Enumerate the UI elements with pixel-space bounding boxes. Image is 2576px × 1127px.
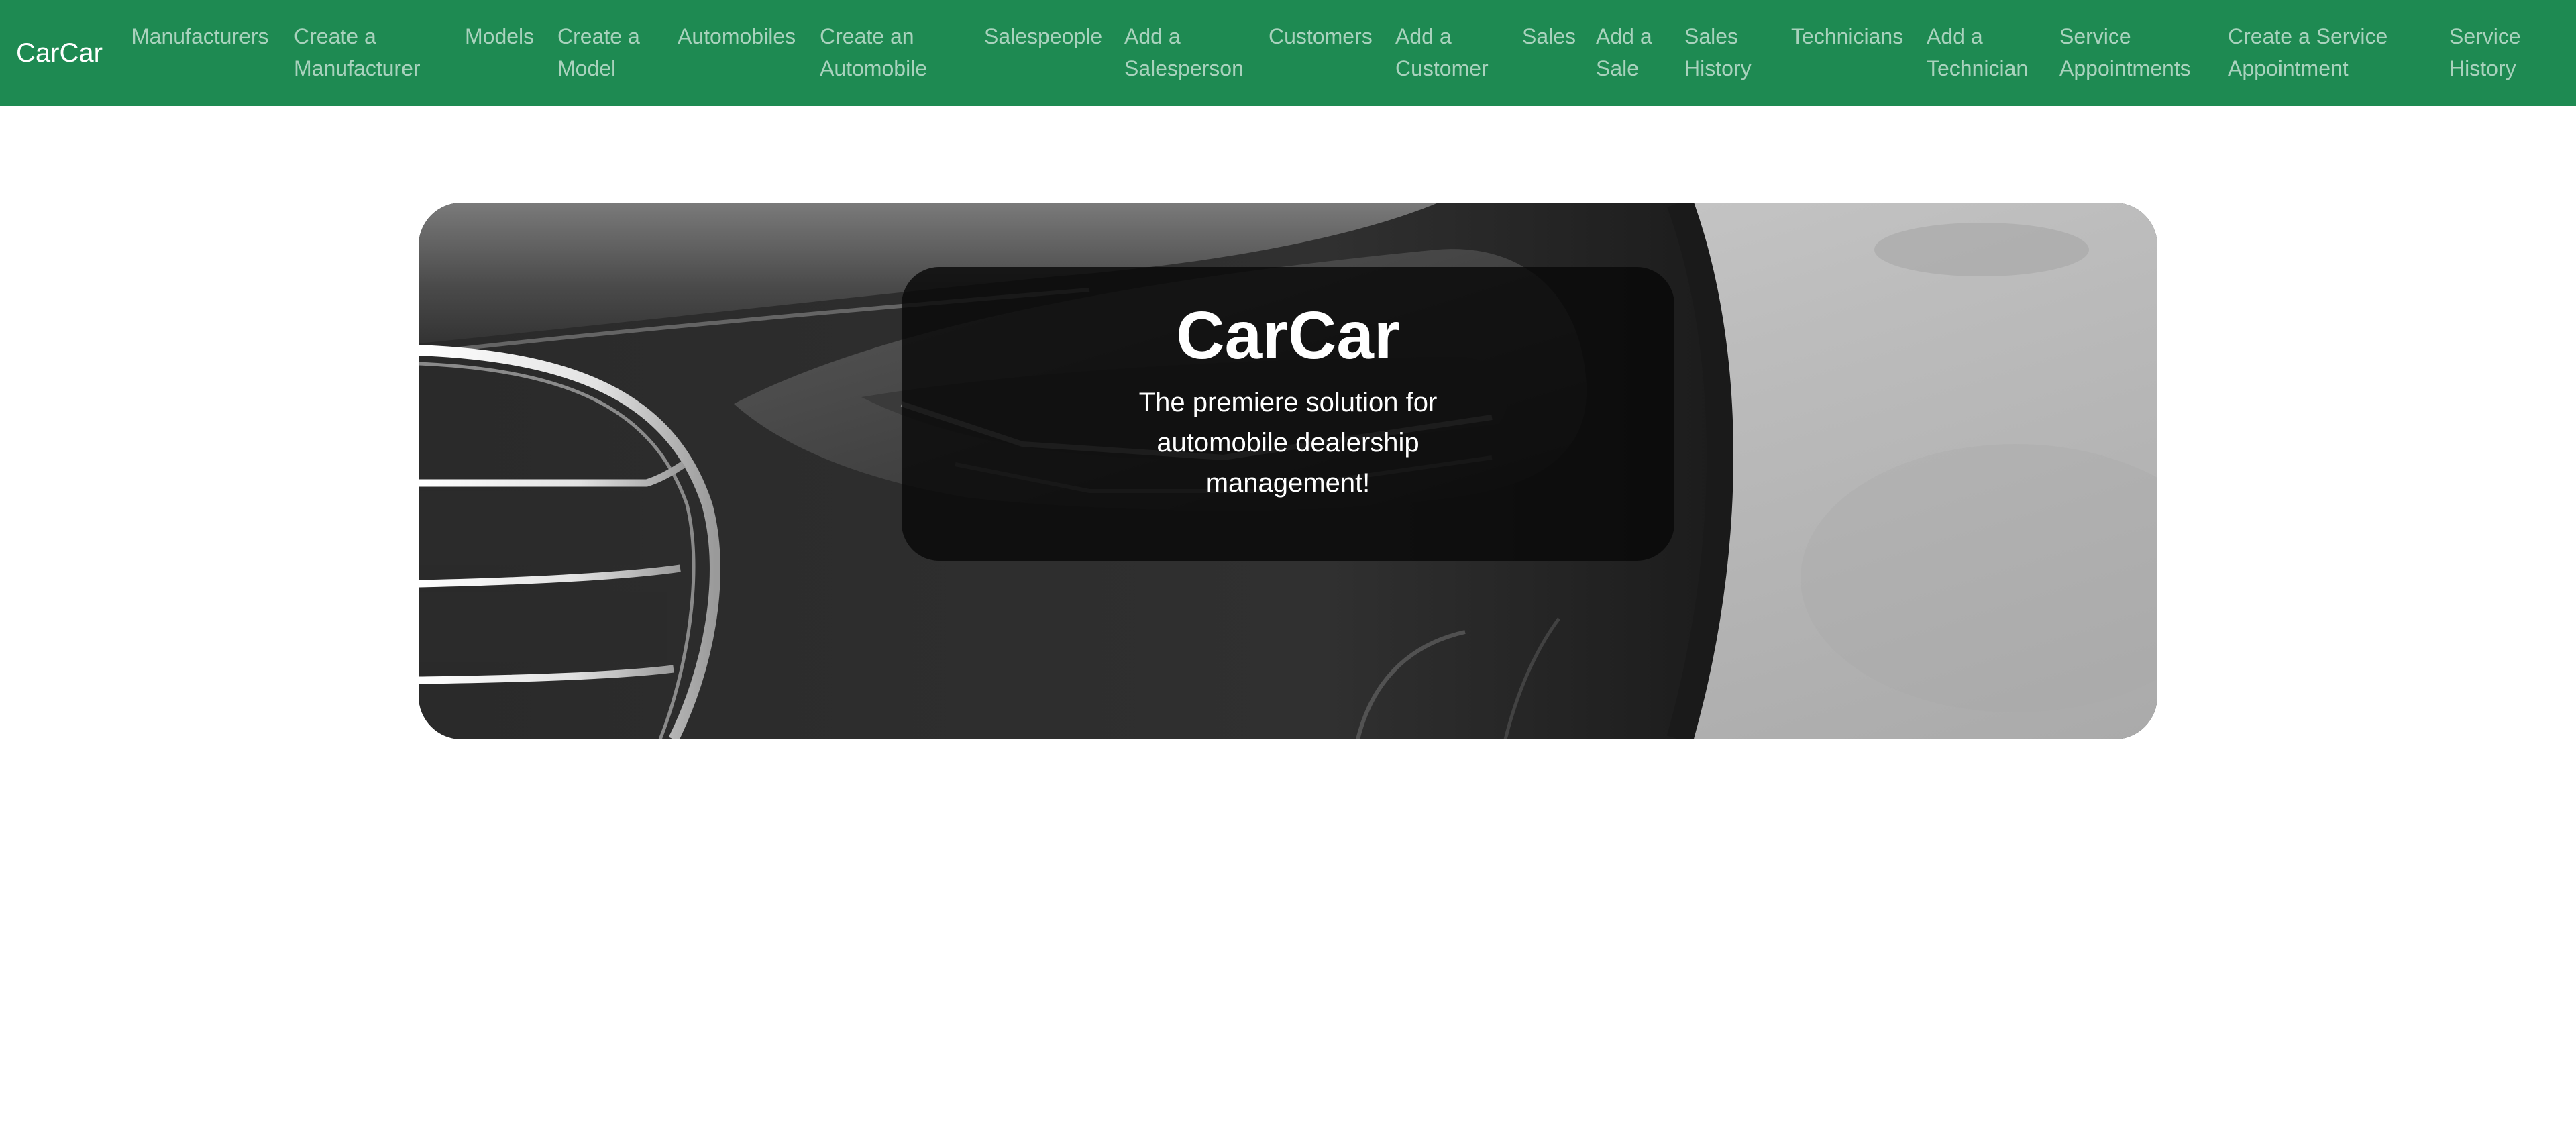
- nav-link-sales-history[interactable]: Sales History: [1684, 20, 1752, 85]
- nav-link-create-model[interactable]: Create a Model: [557, 20, 640, 85]
- hero-subtitle: The premiere solution for automobile dea…: [1138, 388, 1438, 498]
- nav-link-label: Customers: [1269, 24, 1373, 48]
- nav-link-label: Automobiles: [678, 24, 796, 48]
- nav-link-label: Create an: [820, 24, 914, 48]
- hero-card: CarCar The premiere solution for automob…: [902, 267, 1674, 561]
- nav-link-label: Customer: [1395, 56, 1489, 80]
- nav-link-automobiles[interactable]: Automobiles: [678, 20, 796, 52]
- nav-link-label: Manufacturers: [131, 24, 269, 48]
- hero-banner: CarCar The premiere solution for automob…: [419, 203, 2157, 739]
- nav-link-add-customer[interactable]: Add a Customer: [1395, 20, 1489, 85]
- nav-link-label: Create a: [557, 24, 640, 48]
- nav-link-create-automobile[interactable]: Create an Automobile: [820, 20, 927, 85]
- nav-link-label: Add a: [1124, 24, 1181, 48]
- nav-link-label: Sales: [1522, 24, 1576, 48]
- nav-link-label: Appointment: [2228, 56, 2349, 80]
- nav-link-label: History: [2449, 56, 2516, 80]
- nav-link-add-technician[interactable]: Add a Technician: [1927, 20, 2028, 85]
- hero-title: CarCar: [1176, 298, 1400, 373]
- nav-link-label: Sales: [1684, 24, 1739, 48]
- brand-link[interactable]: CarCar: [16, 36, 103, 70]
- top-navbar: CarCar Manufacturers Create a Manufactur…: [0, 0, 2576, 106]
- nav-link-label: Service: [2059, 24, 2131, 48]
- nav-link-label: Model: [557, 56, 616, 80]
- nav-link-create-service-appointment[interactable]: Create a Service Appointment: [2228, 20, 2387, 85]
- nav-link-service-history[interactable]: Service History: [2449, 20, 2521, 85]
- nav-link-label: History: [1684, 56, 1752, 80]
- nav-link-label: Automobile: [820, 56, 928, 80]
- nav-link-label: Models: [465, 24, 535, 48]
- nav-link-label: Technicians: [1791, 24, 1904, 48]
- nav-link-label: Add a: [1927, 24, 1983, 48]
- nav-link-manufacturers[interactable]: Manufacturers: [131, 20, 269, 52]
- nav-link-service-appointments[interactable]: Service Appointments: [2059, 20, 2191, 85]
- nav-link-label: Create a: [294, 24, 376, 48]
- nav-link-label: Technician: [1927, 56, 2029, 80]
- nav-link-models[interactable]: Models: [465, 20, 534, 52]
- nav-link-label: Appointments: [2059, 56, 2191, 80]
- nav-link-add-salesperson[interactable]: Add a Salesperson: [1124, 20, 1244, 85]
- nav-link-create-manufacturer[interactable]: Create a Manufacturer: [294, 20, 421, 85]
- nav-link-label: Sale: [1596, 56, 1640, 80]
- nav-link-label: Service: [2449, 24, 2521, 48]
- nav-link-add-sale[interactable]: Add a Sale: [1596, 20, 1652, 85]
- nav-link-label: Salespeople: [984, 24, 1103, 48]
- nav-link-technicians[interactable]: Technicians: [1791, 20, 1903, 52]
- nav-link-sales[interactable]: Sales: [1522, 20, 1576, 52]
- nav-link-label: Add a: [1596, 24, 1652, 48]
- nav-link-label: Salesperson: [1124, 56, 1244, 80]
- nav-link-customers[interactable]: Customers: [1269, 20, 1373, 52]
- nav-link-label: Manufacturer: [294, 56, 421, 80]
- nav-link-label: Create a Service: [2228, 24, 2388, 48]
- nav-link-salespeople[interactable]: Salespeople: [984, 20, 1102, 52]
- nav-link-label: Add a: [1395, 24, 1452, 48]
